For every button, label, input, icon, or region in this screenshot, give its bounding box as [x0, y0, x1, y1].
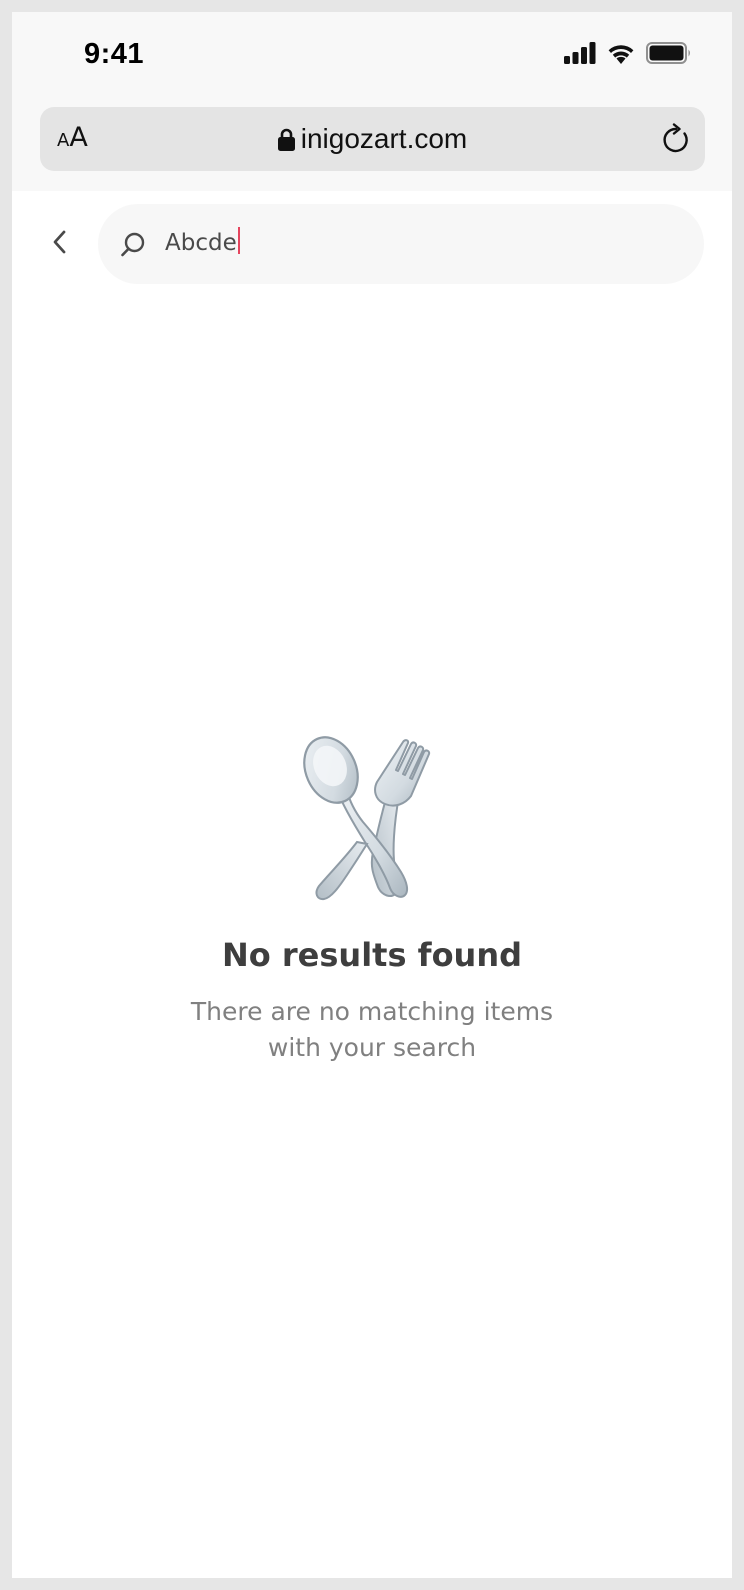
lock-icon — [277, 126, 295, 158]
url-text: inigozart.com — [300, 123, 468, 154]
reload-icon[interactable] — [661, 123, 691, 160]
empty-state-description-line1: There are no matching items — [190, 997, 554, 1026]
address-bar[interactable]: AA inigozart.com — [40, 107, 705, 171]
empty-state-description-line2: with your search — [267, 1033, 477, 1062]
search-input[interactable]: Abcde — [165, 226, 240, 260]
back-icon — [51, 228, 69, 261]
signal-icon — [564, 41, 596, 69]
back-button[interactable] — [40, 224, 80, 264]
search-icon — [118, 230, 148, 265]
search-bar[interactable]: Abcde — [98, 204, 704, 284]
spoon-fork-icon — [287, 724, 447, 904]
browser-chrome: 9:41 AA inigozart.com — [12, 12, 732, 191]
wifi-icon — [606, 42, 636, 69]
text-caret — [237, 227, 240, 254]
empty-state-title: No results found — [221, 936, 523, 974]
battery-icon — [646, 41, 692, 69]
empty-state-description: There are no matching items with your se… — [162, 994, 582, 1066]
search-input-value: Abcde — [165, 230, 237, 256]
phone-screen: 9:41 AA inigozart.com Abcde No results f… — [12, 12, 732, 1578]
status-icons — [564, 41, 692, 69]
url-display[interactable]: inigozart.com — [40, 123, 705, 158]
status-time: 9:41 — [84, 38, 145, 70]
